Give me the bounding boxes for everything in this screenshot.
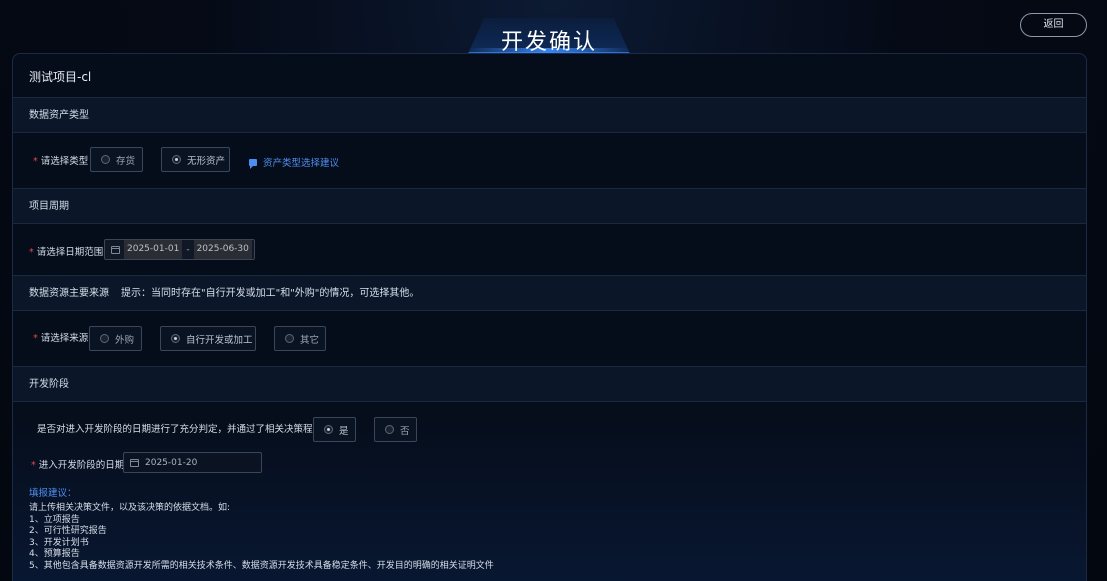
link-text: 资产类型选择建议 (263, 158, 340, 169)
asset-type-suggest-link[interactable]: 资产类型选择建议 (249, 155, 339, 169)
hint-line: 5、其他包含具备数据资源开发所需的相关技术条件、数据资源开发技术具备稳定条件、开… (29, 560, 494, 571)
radio-label: 无形资产 (187, 155, 226, 167)
hint-line: 请上传相关决策文件，以及该决策的依据文档。如: (29, 503, 231, 513)
required-mark: * (33, 156, 38, 167)
radio-label: 是 (339, 425, 349, 437)
radio-label: 否 (400, 425, 410, 437)
radio-label: 自行开发或加工 (186, 334, 253, 346)
radio-self-developed[interactable]: 自行开发或加工 (160, 326, 256, 351)
radio-dot (385, 425, 394, 434)
radio-label: 其它 (300, 334, 320, 346)
range-separator: - (186, 244, 190, 255)
section-title: 数据资源主要来源 (29, 288, 109, 299)
source-label: * 请选择来源 (33, 330, 88, 344)
asset-type-label: * 请选择类型 (33, 153, 88, 167)
required-mark: * (33, 333, 38, 344)
date-range-picker[interactable]: 2025-01-01 - 2025-06-30 (104, 239, 255, 260)
radio-label: 存货 (116, 155, 136, 167)
label-text: 进入开发阶段的日期 (38, 460, 125, 471)
label-text: 请选择类型 (40, 156, 89, 167)
project-name: 测试项目-cl (29, 70, 92, 84)
label-text: 请选择来源 (40, 333, 89, 344)
hint-line: 1、立项报告 (29, 514, 80, 525)
radio-yes[interactable]: 是 (313, 417, 356, 442)
dev-date-value: 2025-01-20 (145, 457, 198, 468)
date-range-label: * 请选择日期范围 (29, 244, 103, 258)
section-dev-stage: 开发阶段 (13, 366, 1086, 402)
main-card: 测试项目-cl 数据资产类型 * 请选择类型 存货 无形资产 资产类型选择建议 项… (12, 53, 1087, 581)
start-date[interactable]: 2025-01-01 (124, 240, 183, 259)
radio-dot (285, 334, 294, 343)
hint-title: 填报建议： (29, 488, 77, 499)
back-button[interactable]: 返回 (1020, 13, 1087, 37)
hint-body: 请上传相关决策文件，以及该决策的依据文档。如: 1、立项报告 2、可行性研究报告… (29, 503, 494, 572)
radio-purchase[interactable]: 外购 (89, 326, 142, 351)
section-title: 项目周期 (29, 201, 69, 212)
hint-line: 4、预算报告 (29, 549, 80, 559)
hint-line: 2、可行性研究报告 (29, 526, 107, 536)
source-tip: 提示：当同时存在"自行开发或加工"和"外购"的情况，可选择其他。 (121, 288, 420, 299)
section-period: 项目周期 (13, 188, 1086, 224)
required-mark: * (31, 460, 36, 471)
calendar-icon (111, 245, 120, 254)
radio-dot (172, 155, 181, 164)
radio-dot (171, 334, 180, 343)
page-title: 开发确认 (500, 30, 597, 55)
required-mark: * (29, 247, 34, 258)
section-title: 开发阶段 (29, 379, 69, 390)
radio-intangible-asset[interactable]: 无形资产 (161, 147, 230, 172)
radio-dot (100, 334, 109, 343)
section-source: 数据资源主要来源 提示：当同时存在"自行开发或加工"和"外购"的情况，可选择其他。 (13, 275, 1086, 311)
radio-no[interactable]: 否 (374, 417, 417, 442)
radio-dot (324, 425, 333, 434)
comment-icon (249, 158, 257, 169)
calendar-icon (130, 458, 139, 467)
dev-date-input[interactable]: 2025-01-20 (123, 452, 262, 473)
dev-stage-question: 是否对进入开发阶段的日期进行了充分判定，并通过了相关决策程序? (37, 424, 328, 435)
radio-other[interactable]: 其它 (274, 326, 326, 351)
section-asset-type: 数据资产类型 (13, 97, 1086, 133)
section-title: 数据资产类型 (29, 110, 89, 121)
radio-label: 外购 (115, 334, 135, 346)
hint-line: 3、开发计划书 (29, 537, 89, 548)
end-date[interactable]: 2025-06-30 (193, 240, 252, 259)
radio-inventory[interactable]: 存货 (90, 147, 143, 172)
label-text: 请选择日期范围 (36, 247, 104, 258)
dev-date-label: * 进入开发阶段的日期 (31, 457, 124, 471)
radio-dot (101, 155, 110, 164)
